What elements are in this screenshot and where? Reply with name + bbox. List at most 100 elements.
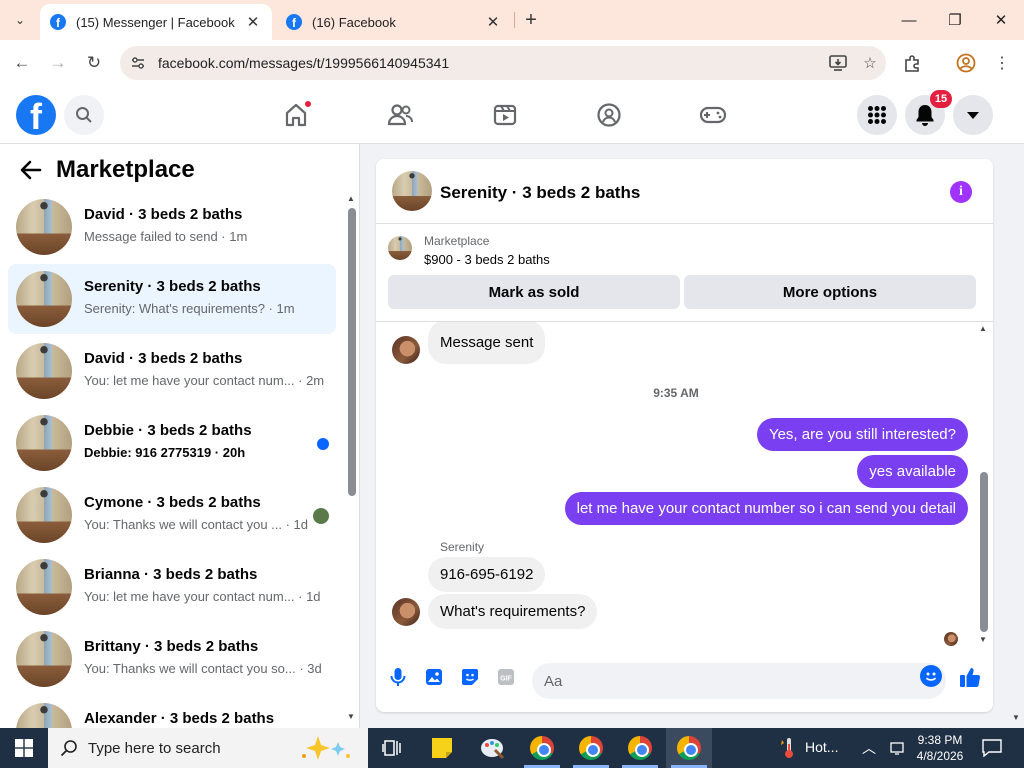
site-info-icon[interactable] <box>126 51 150 75</box>
minimize-icon[interactable]: — <box>895 8 923 32</box>
sticky-notes-icon[interactable] <box>428 734 456 762</box>
listing-photo-avatar <box>16 343 72 399</box>
chrome-profile-icon[interactable] <box>577 734 605 762</box>
conversation-item[interactable]: Debbie · 3 beds 2 baths Debbie: 916 2775… <box>8 408 336 478</box>
more-options-button[interactable]: More options <box>684 275 976 309</box>
close-tab-icon[interactable]: ✕ <box>244 13 262 31</box>
conversation-item[interactable]: Brianna · 3 beds 2 baths You: let me hav… <box>8 552 336 622</box>
weather-thermometer-icon[interactable] <box>772 734 800 762</box>
sticker-icon[interactable] <box>458 665 482 689</box>
friends-icon[interactable] <box>380 98 420 132</box>
tab-search-dropdown-icon[interactable]: ⌄ <box>6 8 34 32</box>
gif-icon[interactable]: GIF <box>494 665 518 689</box>
video-icon[interactable] <box>485 98 525 132</box>
account-dropdown-icon[interactable] <box>953 95 993 135</box>
search-highlight-icon <box>298 734 354 767</box>
page-scroll-down-icon[interactable]: ▼ <box>1012 713 1020 722</box>
chrome-profile-icon[interactable] <box>626 734 654 762</box>
photo-icon[interactable] <box>422 665 446 689</box>
outgoing-message[interactable]: yes available <box>857 455 968 488</box>
weather-text[interactable]: Hot... <box>805 739 838 755</box>
scroll-up-arrow-icon[interactable]: ▲ <box>979 324 987 333</box>
mark-as-sold-button[interactable]: Mark as sold <box>388 275 680 309</box>
incoming-message[interactable]: 916-695-6192 <box>428 557 546 592</box>
facebook-favicon-icon: f <box>286 14 302 30</box>
install-app-icon[interactable] <box>822 51 854 75</box>
chat-scrollbar-thumb[interactable] <box>980 472 988 632</box>
seen-by-avatar <box>313 508 329 524</box>
gaming-icon[interactable] <box>693 98 733 132</box>
taskbar-search-box[interactable]: Type here to search <box>48 728 368 768</box>
conversation-preview: Serenity: What's requirements? · 1m <box>84 301 295 316</box>
outgoing-message[interactable]: let me have your contact number so i can… <box>564 492 968 525</box>
info-icon[interactable]: i <box>950 181 972 203</box>
chrome-active-icon[interactable] <box>675 734 703 762</box>
browser-menu-icon[interactable]: ⋮ <box>990 51 1014 75</box>
outgoing-message[interactable]: Yes, are you still interested? <box>756 418 968 451</box>
home-notification-dot <box>304 100 312 108</box>
conversation-item[interactable]: Cymone · 3 beds 2 baths You: Thanks we w… <box>8 480 336 550</box>
close-tab-icon[interactable]: ✕ <box>484 13 502 31</box>
sender-name: Serenity <box>440 540 485 554</box>
new-tab-icon[interactable]: + <box>520 8 542 32</box>
conversation-name: Serenity · 3 beds 2 baths <box>84 278 261 295</box>
microphone-icon[interactable] <box>386 665 410 689</box>
chrome-profile-icon[interactable] <box>528 734 556 762</box>
back-icon[interactable]: ← <box>10 51 34 75</box>
scroll-up-arrow-icon[interactable]: ▲ <box>347 194 355 203</box>
bookmark-star-icon[interactable]: ☆ <box>854 51 886 75</box>
scroll-down-arrow-icon[interactable]: ▼ <box>347 712 355 721</box>
conversation-item[interactable]: David · 3 beds 2 baths Message failed to… <box>8 192 336 262</box>
restore-icon[interactable]: ❐ <box>941 8 969 32</box>
tab-facebook[interactable]: f (16) Facebook ✕ <box>276 4 512 40</box>
profile-icon[interactable] <box>954 51 978 75</box>
tab-divider <box>514 12 515 28</box>
conversation-item-selected[interactable]: Serenity · 3 beds 2 baths Serenity: What… <box>8 264 336 334</box>
search-icon[interactable] <box>64 95 104 135</box>
taskbar-search-icon <box>60 740 77 757</box>
conversation-item[interactable]: David · 3 beds 2 baths You: let me have … <box>8 336 336 406</box>
clock-date: 4/8/2026 <box>916 749 964 763</box>
facebook-logo[interactable]: f <box>16 95 56 135</box>
notification-center-icon[interactable] <box>978 734 1006 762</box>
listing-photo-avatar <box>16 631 72 687</box>
thumbs-up-icon[interactable] <box>958 665 982 689</box>
sidebar-scrollbar-thumb[interactable] <box>348 208 356 496</box>
extensions-icon[interactable] <box>900 51 924 75</box>
address-bar[interactable]: facebook.com/messages/t/1999566140945341… <box>120 46 886 80</box>
incoming-message[interactable]: What's requirements? <box>428 594 598 629</box>
scroll-down-arrow-icon[interactable]: ▼ <box>979 635 987 644</box>
emoji-icon[interactable] <box>920 665 942 687</box>
marketplace-listing-card: Marketplace $900 - 3 beds 2 baths Mark a… <box>376 224 993 322</box>
windows-start-icon[interactable] <box>0 728 48 768</box>
groups-icon[interactable] <box>589 98 629 132</box>
network-icon[interactable] <box>884 734 912 762</box>
tab-messenger[interactable]: f (15) Messenger | Facebook ✕ <box>40 4 272 40</box>
message-timestamp: 9:35 AM <box>653 386 699 400</box>
close-window-icon[interactable]: ✕ <box>987 8 1015 32</box>
listing-photo-avatar[interactable] <box>392 171 432 211</box>
message-sent-bubble: Message sent <box>428 322 546 364</box>
forward-icon[interactable]: → <box>46 51 70 75</box>
facebook-favicon-icon: f <box>50 14 66 30</box>
task-view-icon[interactable] <box>378 734 406 762</box>
conversation-name: Cymone · 3 beds 2 baths <box>84 494 261 511</box>
conversation-item[interactable]: Brittany · 3 beds 2 baths You: Thanks we… <box>8 624 336 694</box>
conversation-item[interactable]: Alexander · 3 beds 2 baths <box>8 696 336 728</box>
menu-grid-icon[interactable] <box>857 95 897 135</box>
url-text: facebook.com/messages/t/1999566140945341 <box>158 55 450 71</box>
listing-price[interactable]: $900 - 3 beds 2 baths <box>424 252 550 267</box>
show-hidden-icons-icon[interactable]: ︿ <box>862 738 876 758</box>
conversation-preview: You: let me have your contact num... · 1… <box>84 589 321 604</box>
read-receipt-avatar <box>944 632 958 646</box>
tab-title: (15) Messenger | Facebook <box>76 14 235 30</box>
reload-icon[interactable]: ↻ <box>82 51 106 75</box>
back-arrow-icon[interactable] <box>20 160 42 186</box>
message-input[interactable]: Aa <box>532 663 946 699</box>
marketplace-conversation-list: Marketplace David · 3 beds 2 baths Messa… <box>0 144 360 728</box>
listing-photo-avatar <box>16 415 72 471</box>
chat-title[interactable]: Serenity · 3 beds 2 baths <box>440 183 640 203</box>
chat-panel: Serenity · 3 beds 2 baths i Marketplace … <box>376 159 993 712</box>
paint-icon[interactable] <box>478 734 506 762</box>
taskbar-clock[interactable]: 9:38 PM 4/8/2026 <box>910 732 970 764</box>
